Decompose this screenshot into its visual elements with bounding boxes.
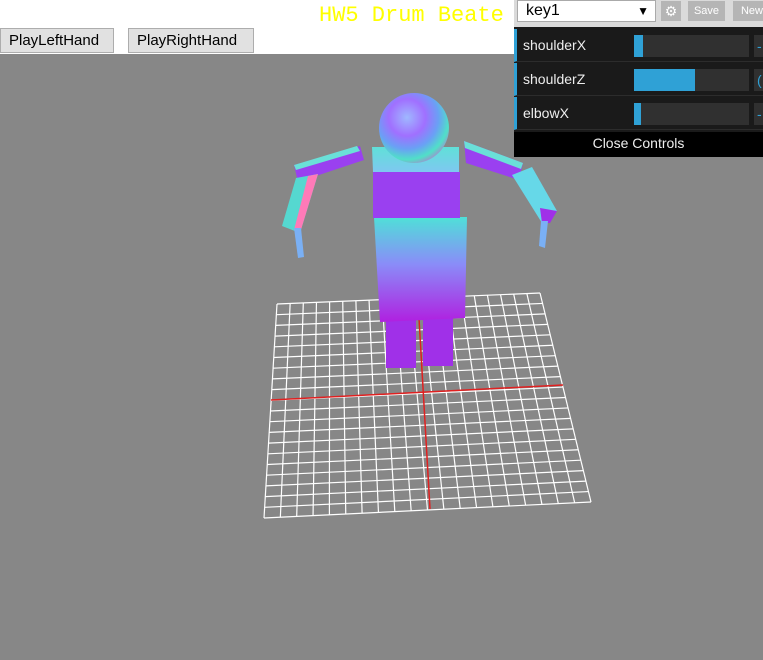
- gear-icon[interactable]: ⚙: [661, 1, 681, 21]
- new-button[interactable]: New: [733, 1, 763, 21]
- shoulderx-number-input[interactable]: -: [754, 35, 763, 57]
- slider-fill: [634, 69, 695, 91]
- page-title: HW5 Drum Beate: [319, 3, 504, 28]
- preset-select[interactable]: key1 ▼: [517, 0, 656, 22]
- right-hand-stick: [539, 221, 548, 248]
- shoulderx-slider[interactable]: [634, 35, 749, 57]
- slider-fill: [634, 103, 641, 125]
- grid-line: [539, 292, 592, 503]
- shoulderz-number-input[interactable]: (: [754, 69, 763, 91]
- save-button[interactable]: Save: [688, 1, 725, 21]
- controls-panel: key1 ▼ ⚙ Save New shoulderX - shoulderZ …: [514, 0, 763, 157]
- preset-row: key1 ▼ ⚙ Save New: [514, 0, 763, 27]
- hips: [374, 217, 467, 322]
- preset-select-value: key1: [526, 2, 560, 19]
- elbowx-number-input[interactable]: -: [754, 103, 763, 125]
- control-label: shoulderZ: [523, 71, 586, 87]
- elbowx-slider[interactable]: [634, 103, 749, 125]
- grid-line: [526, 293, 576, 503]
- control-row-shoulderz: shoulderZ (: [514, 63, 763, 96]
- control-row-elbowx: elbowX -: [514, 97, 763, 130]
- slider-fill: [634, 35, 644, 57]
- control-label: shoulderX: [523, 37, 587, 53]
- left-hand-stick: [294, 228, 304, 258]
- play-left-hand-button[interactable]: PlayLeftHand: [0, 28, 114, 53]
- play-right-hand-button[interactable]: PlayRightHand: [128, 28, 254, 53]
- right-leg: [423, 318, 453, 366]
- head: [379, 93, 449, 163]
- chevron-down-icon: ▼: [637, 4, 649, 18]
- torso: [373, 172, 460, 218]
- shoulderz-slider[interactable]: [634, 69, 749, 91]
- control-label: elbowX: [523, 105, 569, 121]
- control-row-shoulderx: shoulderX -: [514, 29, 763, 62]
- close-controls-button[interactable]: Close Controls: [514, 132, 763, 157]
- left-leg: [386, 318, 416, 368]
